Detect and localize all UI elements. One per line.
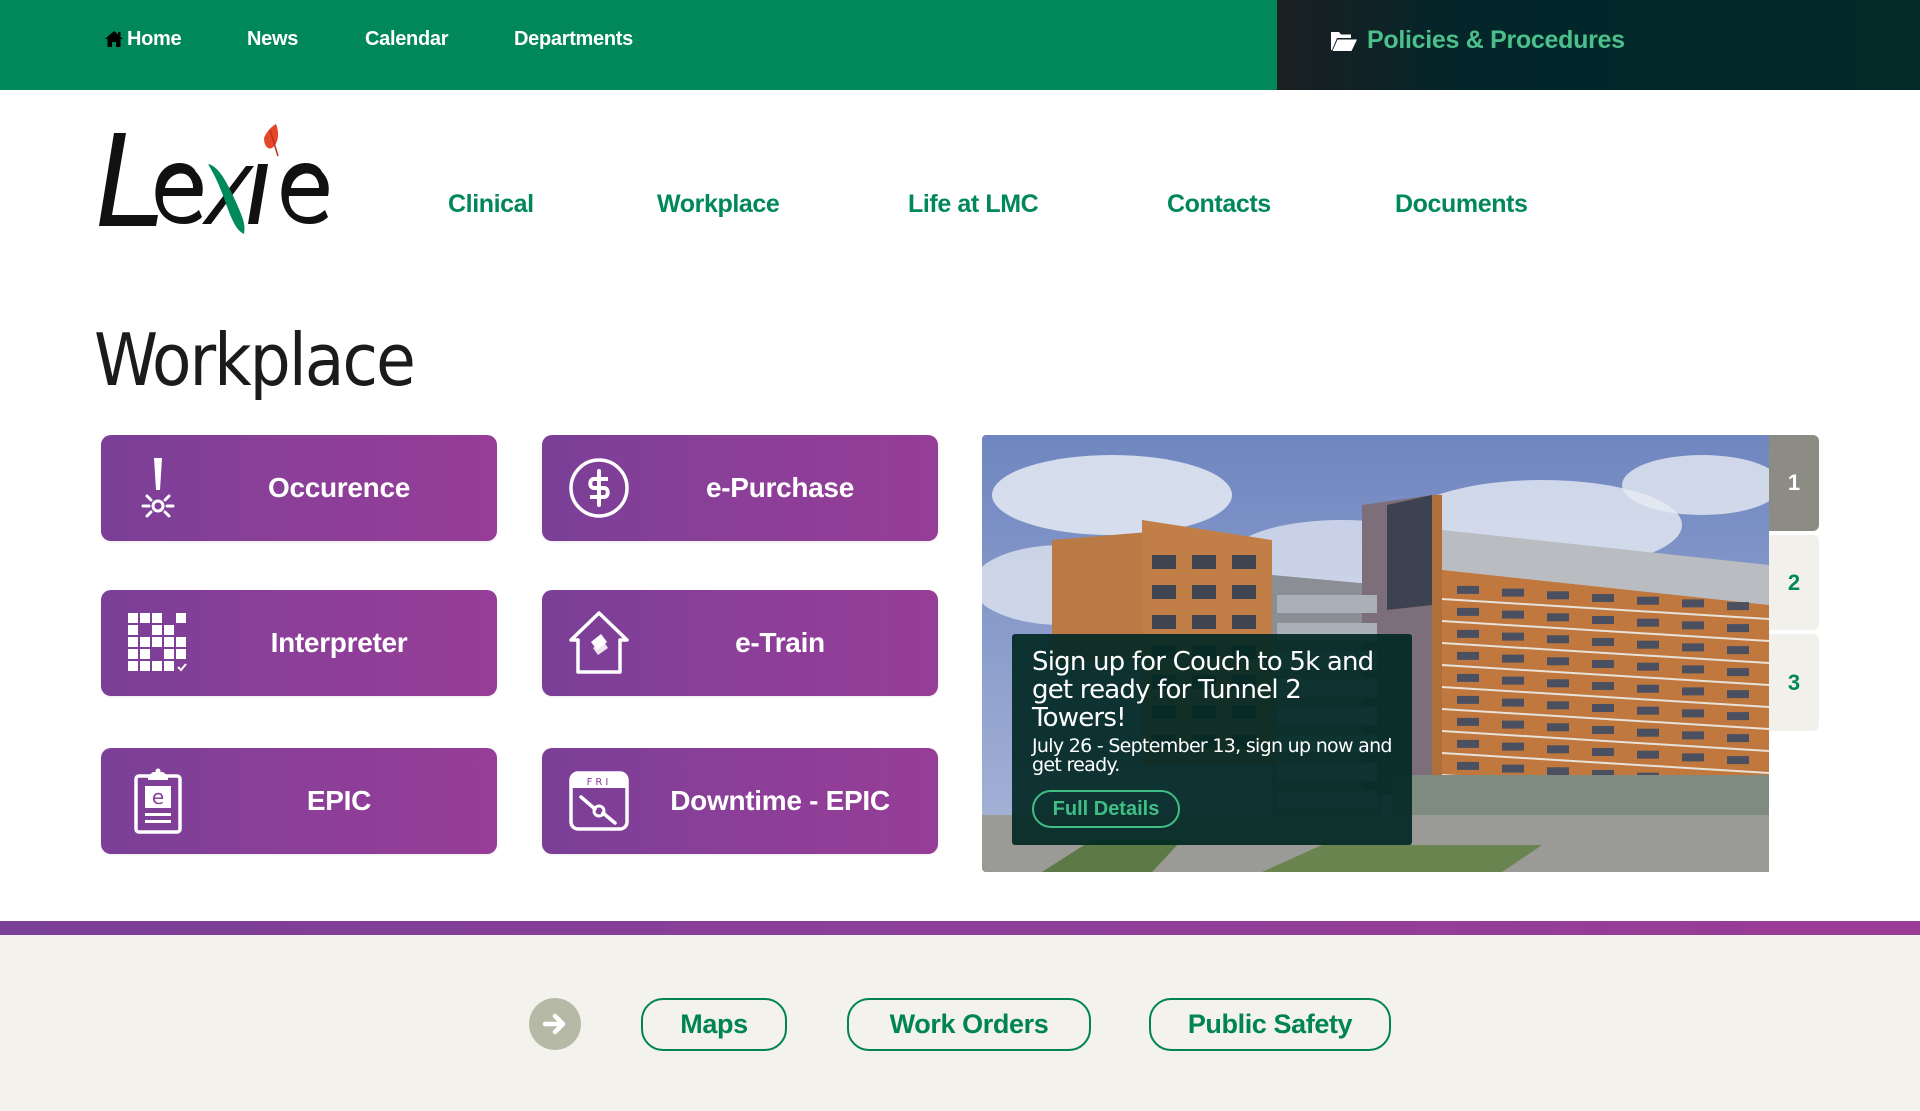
topnav-home[interactable]: Home <box>105 28 182 51</box>
topnav-news[interactable]: News <box>247 28 298 51</box>
slide-caption: Sign up for Couch to 5k and get ready fo… <box>1012 634 1412 845</box>
policies-label: Policies & Procedures <box>1367 26 1625 54</box>
topnav-departments[interactable]: Departments <box>514 28 633 51</box>
tile-label: Occurence <box>267 472 411 503</box>
mainnav-clinical[interactable]: Clinical <box>448 190 534 219</box>
tile-epic[interactable]: e EPIC <box>101 748 497 854</box>
footer-link-public-safety[interactable]: Public Safety <box>1149 998 1391 1051</box>
mainnav-documents[interactable]: Documents <box>1395 190 1528 219</box>
slider-tab-2[interactable]: 2 <box>1769 535 1819 630</box>
slider-tab-3[interactable]: 3 <box>1769 634 1819 731</box>
svg-text:e: e <box>152 785 164 809</box>
news-slider: Sign up for Couch to 5k and get ready fo… <box>982 435 1769 872</box>
tile-label: e-Purchase <box>706 472 854 503</box>
slider-tab-1[interactable]: 1 <box>1769 435 1819 531</box>
lexie-logo[interactable] <box>96 120 341 235</box>
page-title: Workplace <box>94 318 416 402</box>
tile-label: Interpreter <box>270 627 408 658</box>
footer-arrow-button[interactable] <box>529 998 581 1050</box>
tile-e-purchase[interactable]: e-Purchase <box>542 435 938 541</box>
folder-open-icon <box>1331 32 1357 51</box>
slide-body: July 26 - September 13, sign up now and … <box>1032 735 1392 776</box>
tile-interpreter[interactable]: Interpreter <box>101 590 497 696</box>
divider-band <box>0 921 1920 935</box>
logo-graphic <box>99 124 329 234</box>
grid-check-icon <box>125 610 191 676</box>
footer-link-maps[interactable]: Maps <box>641 998 787 1051</box>
full-details-button[interactable]: Full Details <box>1032 790 1180 828</box>
arrow-right-icon <box>542 1013 566 1035</box>
home-icon <box>105 31 123 47</box>
tile-label: EPIC <box>306 785 372 816</box>
slide-title: Sign up for Couch to 5k and get ready fo… <box>1032 647 1374 733</box>
topnav-calendar[interactable]: Calendar <box>365 28 448 51</box>
topnav-home-label: Home <box>127 28 182 50</box>
clipboard-e-icon: e <box>125 768 191 834</box>
calendar-downtime-icon: FRI <box>566 768 632 834</box>
dollar-circle-icon <box>566 455 632 521</box>
top-bar: Home News Calendar Departments Policies … <box>0 0 1920 90</box>
svg-text:FRI: FRI <box>587 777 612 788</box>
tile-label: e-Train <box>735 627 825 658</box>
mainnav-contacts[interactable]: Contacts <box>1167 190 1271 219</box>
alert-icon <box>125 455 191 521</box>
mainnav-workplace[interactable]: Workplace <box>657 190 780 219</box>
tile-label: Downtime - EPIC <box>670 785 890 816</box>
footer-link-work-orders[interactable]: Work Orders <box>847 998 1091 1051</box>
tile-downtime-epic[interactable]: FRI Downtime - EPIC <box>542 748 938 854</box>
mainnav-life-at-lmc[interactable]: Life at LMC <box>908 190 1039 219</box>
house-book-icon <box>566 610 632 676</box>
policies-procedures-link[interactable]: Policies & Procedures <box>1277 0 1920 90</box>
tile-occurence[interactable]: Occurence <box>101 435 497 541</box>
tile-e-train[interactable]: e-Train <box>542 590 938 696</box>
